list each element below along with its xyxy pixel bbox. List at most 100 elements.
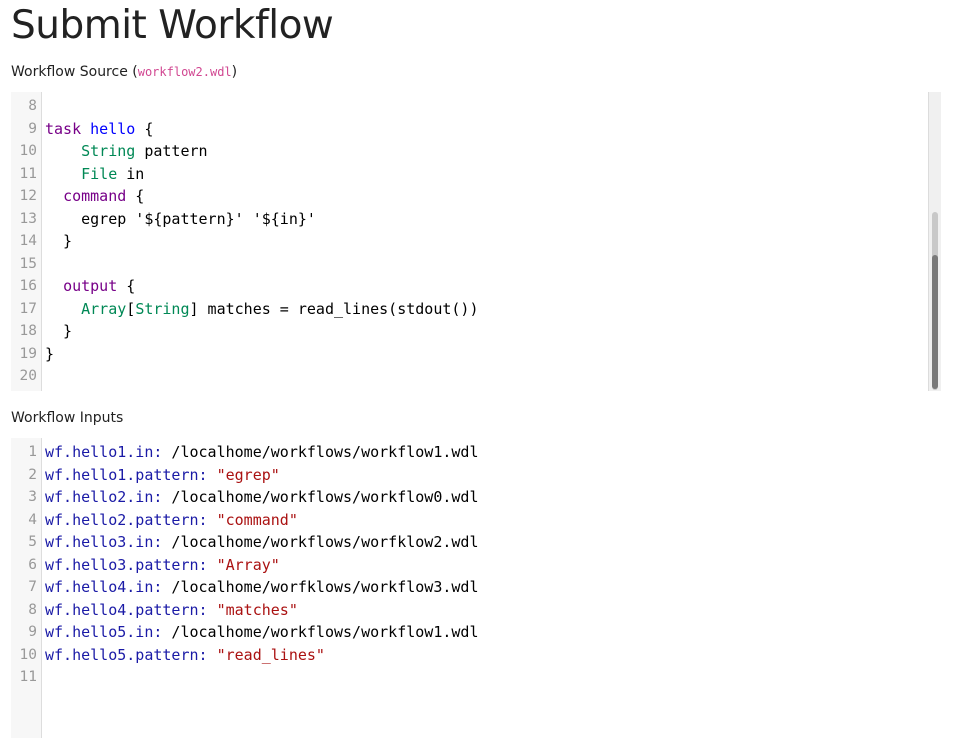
line-number: 2 — [28, 466, 37, 483]
code-text[interactable]: Array[String] matches = read_lines(stdou… — [45, 298, 478, 321]
line-number: 10 — [19, 646, 37, 663]
code-text[interactable]: } — [45, 320, 72, 343]
line-number: 11 — [19, 165, 37, 182]
line-number: 6 — [28, 556, 37, 573]
code-text[interactable]: task hello { — [45, 118, 153, 141]
input-code-line[interactable]: 5 wf.hello3.in: /localhome/workflows/worf… — [11, 531, 941, 554]
code-token: "Array" — [216, 555, 280, 574]
workflow-source-label-text: Workflow Source ( — [11, 64, 138, 80]
code-text[interactable]: wf.hello5.pattern: "read_lines" — [45, 644, 325, 667]
source-code-line[interactable]: 17 Array[String] matches = read_lines(st… — [11, 298, 941, 321]
code-text[interactable]: command { — [45, 185, 144, 208]
workflow-source-editor[interactable]: 8 9 task hello {10 String pattern 11 File i… — [11, 92, 941, 391]
source-code-line[interactable]: 18 } — [11, 320, 941, 343]
page-title: Submit Workflow — [11, 3, 334, 48]
scrollbar-thumb[interactable] — [932, 255, 938, 389]
input-lines[interactable]: 1 wf.hello1.in: /localhome/workflows/work… — [11, 441, 941, 689]
input-code-line[interactable]: 8 wf.hello4.pattern: "matches" — [11, 599, 941, 622]
source-code-line[interactable]: 19} — [11, 343, 941, 366]
source-code-line[interactable]: 20 — [11, 365, 941, 388]
code-text[interactable]: wf.hello1.pattern: "egrep" — [45, 464, 280, 487]
input-code-line[interactable]: 4 wf.hello2.pattern: "command" — [11, 509, 941, 532]
code-token: "command" — [216, 510, 298, 529]
code-token: wf.hello1.pattern: — [45, 465, 208, 484]
code-text[interactable]: wf.hello2.in: /localhome/workflows/workf… — [45, 486, 478, 509]
input-code-line[interactable]: 9 wf.hello5.in: /localhome/workflows/work… — [11, 621, 941, 644]
code-token: } — [45, 232, 73, 250]
input-code-line[interactable]: 2 wf.hello1.pattern: "egrep" — [11, 464, 941, 487]
input-code-line[interactable]: 10 wf.hello5.pattern: "read_lines" — [11, 644, 941, 667]
code-text[interactable]: egrep '${pattern}' '${in}' — [45, 208, 316, 231]
code-token: [ — [126, 299, 136, 318]
workflow-source-filename: workflow2.wdl — [137, 65, 232, 79]
source-code-line[interactable]: 11 File in — [11, 163, 941, 186]
line-number: 15 — [19, 255, 37, 272]
code-text[interactable]: wf.hello5.in: /localhome/workflows/workf… — [45, 621, 478, 644]
source-code-line[interactable]: 8 — [11, 95, 941, 118]
code-token: /localhome/workflows/workflow1.wdl — [162, 623, 479, 641]
code-text[interactable]: wf.hello3.pattern: "Array" — [45, 554, 280, 577]
code-text[interactable]: File in — [45, 163, 144, 186]
input-code-line[interactable]: 3 wf.hello2.in: /localhome/workflows/work… — [11, 486, 941, 509]
code-token: /localhome/worfklows/workflow3.wdl — [162, 578, 479, 596]
workflow-source-label-close: ) — [231, 64, 238, 80]
input-code-line[interactable]: 1 wf.hello1.in: /localhome/workflows/work… — [11, 441, 941, 464]
code-lines[interactable]: 8 9 task hello {10 String pattern 11 File i… — [11, 95, 941, 388]
code-token: pattern — [135, 142, 208, 160]
code-token: wf.hello5.pattern: — [45, 645, 208, 664]
source-code-line[interactable]: 12 command { — [11, 185, 941, 208]
code-token: ] matches = read_lines(stdout()) — [189, 299, 479, 318]
workflow-inputs-label: Workflow Inputs — [11, 410, 124, 426]
input-code-line[interactable]: 11 — [11, 666, 941, 689]
code-token: String — [135, 299, 190, 318]
workflow-source-label: Workflow Source (workflow2.wdl) — [11, 63, 237, 81]
code-text[interactable]: } — [45, 343, 54, 366]
input-code-line[interactable]: 7 wf.hello4.in: /localhome/worfklows/work… — [11, 576, 941, 599]
line-number: 16 — [19, 278, 37, 294]
line-number: 19 — [19, 345, 37, 362]
code-text[interactable]: wf.hello3.in: /localhome/workflows/worfk… — [45, 531, 478, 554]
code-text[interactable]: wf.hello4.pattern: "matches" — [45, 599, 298, 622]
input-code-line[interactable]: 6 wf.hello3.pattern: "Array" — [11, 554, 941, 577]
code-token: wf.hello3.pattern: — [45, 555, 208, 574]
vertical-scrollbar[interactable] — [928, 92, 941, 391]
code-text[interactable]: } — [45, 230, 72, 253]
line-number: 4 — [28, 511, 37, 528]
code-token: Array — [81, 299, 127, 318]
source-code-line[interactable]: 14 } — [11, 230, 941, 253]
line-number: 5 — [28, 534, 37, 550]
code-token: wf.hello2.in: — [45, 488, 163, 506]
code-text[interactable]: output { — [45, 275, 135, 298]
code-token: /localhome/workflows/workflow0.wdl — [162, 488, 479, 506]
code-token: { — [117, 277, 136, 295]
code-token: /localhome/workflows/worfklow2.wdl — [162, 533, 479, 551]
source-code-line[interactable]: 16 output { — [11, 275, 941, 298]
source-code-line[interactable]: 10 String pattern — [11, 140, 941, 163]
code-token: "egrep" — [216, 465, 280, 484]
code-token: output — [63, 277, 118, 295]
code-text[interactable]: String pattern — [45, 140, 208, 163]
source-code-line[interactable]: 15 — [11, 253, 941, 276]
line-number: 8 — [28, 601, 37, 618]
line-number: 9 — [28, 624, 37, 640]
line-number: 7 — [28, 579, 37, 595]
code-token: wf.hello4.in: — [45, 578, 163, 596]
workflow-inputs-editor[interactable]: 1 wf.hello1.in: /localhome/workflows/work… — [11, 438, 941, 738]
line-number: 14 — [19, 233, 37, 249]
code-token: command — [63, 187, 127, 205]
source-code-line[interactable]: 9 task hello { — [11, 118, 941, 141]
code-text[interactable]: wf.hello4.in: /localhome/worfklows/workf… — [45, 576, 478, 599]
code-text[interactable]: wf.hello2.pattern: "command" — [45, 509, 298, 532]
code-text[interactable]: wf.hello1.in: /localhome/workflows/workf… — [45, 441, 478, 464]
source-code-line[interactable]: 13 egrep '${pattern}' '${in}' — [11, 208, 941, 231]
code-token: /localhome/workflows/workflow1.wdl — [162, 443, 479, 461]
